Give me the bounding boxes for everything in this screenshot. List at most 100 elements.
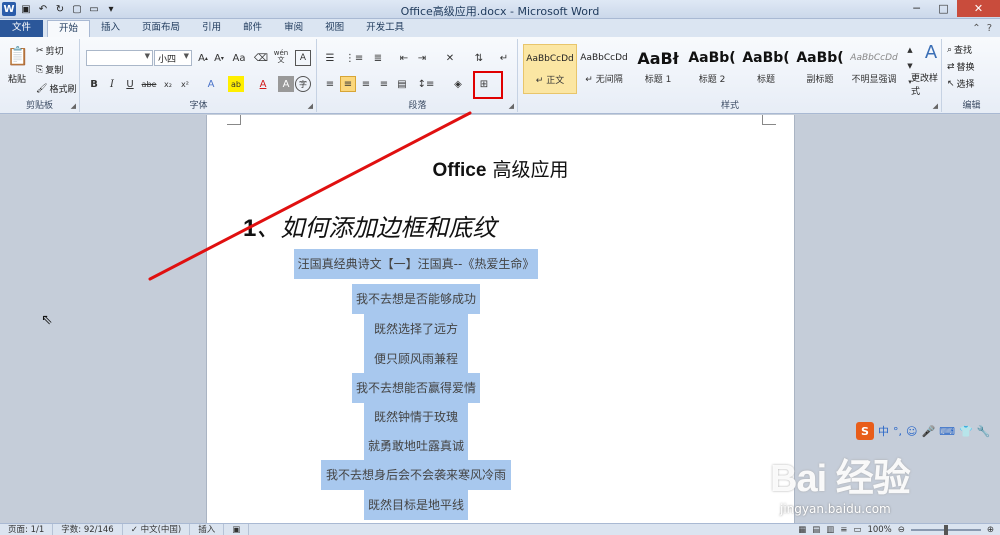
char-shading-icon[interactable]: A <box>278 76 294 92</box>
styles-scroll-up-icon[interactable]: ▲ <box>902 43 918 57</box>
poem-line[interactable]: 便只顾风雨兼程 <box>364 344 468 374</box>
help-icon[interactable]: ? <box>987 23 992 34</box>
tab-insert[interactable]: 插入 <box>90 20 131 37</box>
poem-line[interactable]: 既然钟情于玫瑰 <box>364 402 468 432</box>
outline-icon[interactable]: ≡ <box>840 525 847 535</box>
copy-button[interactable]: ⎘ 复制 <box>36 63 63 77</box>
tab-page-layout[interactable]: 页面布局 <box>131 20 191 37</box>
document-title[interactable]: Office 高级应用 <box>207 155 794 182</box>
emoji-icon[interactable]: ☺ <box>906 425 917 438</box>
insert-mode[interactable]: 插入 <box>190 523 225 535</box>
grow-font-icon[interactable]: A ▴ <box>195 50 211 66</box>
page-indicator[interactable]: 页面: 1/1 <box>0 523 54 535</box>
enclose-chars-icon[interactable]: 字 <box>295 76 311 92</box>
strikethrough-icon[interactable]: abe <box>141 76 157 92</box>
tab-mailings[interactable]: 邮件 <box>232 20 273 37</box>
shrink-font-icon[interactable]: A ▾ <box>211 50 227 66</box>
close-button[interactable]: ✕ <box>957 0 1000 17</box>
style-no-spacing[interactable]: AaBbCcDd ↵ 无间隔 <box>577 44 631 94</box>
subscript-icon[interactable]: x₂ <box>160 76 176 92</box>
bullets-icon[interactable]: ☰ <box>322 50 338 66</box>
clear-format-icon[interactable]: ⌫ <box>253 50 269 66</box>
collapse-ribbon-icon[interactable]: ⌃ <box>972 23 980 34</box>
bold-icon[interactable]: B <box>86 76 102 92</box>
zoom-slider-knob[interactable] <box>943 524 948 535</box>
document-page[interactable]: Office 高级应用 1、如何添加边框和底纹 汪国真经典诗文【一】汪国真--《… <box>206 115 795 523</box>
show-marks-icon[interactable]: ↵ <box>496 50 512 66</box>
tab-developer[interactable]: 开发工具 <box>355 20 415 37</box>
style-title[interactable]: AaBb( 标题 <box>739 44 793 94</box>
numbering-icon[interactable]: ⋮≡ <box>345 50 363 66</box>
zoom-level[interactable]: 100% <box>867 525 891 535</box>
increase-indent-icon[interactable]: ⇥ <box>414 50 430 66</box>
change-styles-icon[interactable]: A <box>920 41 942 63</box>
text-effects-icon[interactable]: A <box>203 76 219 92</box>
font-launcher-icon[interactable]: ◢ <box>308 102 313 110</box>
find-button[interactable]: ⌕ 查找 <box>947 43 972 57</box>
distribute-icon[interactable]: ▤ <box>394 76 410 92</box>
poem-line[interactable]: 我不去想是否能够成功 <box>352 284 480 314</box>
select-button[interactable]: ↖ 选择 <box>947 77 975 91</box>
style-subtle-emphasis[interactable]: AaBbCcDd 不明显强调 <box>847 44 901 94</box>
zoom-in-icon[interactable]: ⊕ <box>987 525 994 535</box>
style-heading-1[interactable]: AaBł 标题 1 <box>631 44 685 94</box>
zoom-out-icon[interactable]: ⊖ <box>898 525 905 535</box>
paragraph-launcher-icon[interactable]: ◢ <box>509 102 514 110</box>
format-painter-button[interactable]: 🖌 格式刷 <box>36 82 76 96</box>
align-center-icon[interactable]: ≡ <box>340 76 356 92</box>
superscript-icon[interactable]: x² <box>177 76 193 92</box>
change-styles-button[interactable]: 更改样式 <box>911 71 941 97</box>
multilevel-list-icon[interactable]: ≣ <box>370 50 386 66</box>
poem-line[interactable]: 既然目标是地平线 <box>364 490 468 520</box>
macro-icon[interactable]: ▣ <box>224 523 250 535</box>
cut-button[interactable]: ✂ 剪切 <box>36 44 64 58</box>
punctuation-icon[interactable]: °, <box>893 425 902 438</box>
ime-mode[interactable]: 中 <box>878 423 889 439</box>
paste-icon[interactable]: 📋 <box>7 43 29 69</box>
paste-button[interactable]: 粘贴 <box>8 72 26 85</box>
underline-icon[interactable]: U <box>122 76 138 92</box>
style-heading-2[interactable]: AaBb( 标题 2 <box>685 44 739 94</box>
poem-line[interactable]: 就勇敢地吐露真诚 <box>364 431 468 461</box>
align-right-icon[interactable]: ≡ <box>358 76 374 92</box>
clipboard-launcher-icon[interactable]: ◢ <box>71 102 76 110</box>
language-indicator[interactable]: ✓ 中文(中国) <box>123 523 191 535</box>
zoom-slider[interactable] <box>910 524 981 535</box>
skin-icon[interactable]: 👕 <box>959 425 973 438</box>
shading-bucket-icon[interactable]: ◈ <box>450 76 466 92</box>
draft-icon[interactable]: ▭ <box>853 525 861 535</box>
style-subtitle[interactable]: AaBb( 副标题 <box>793 44 847 94</box>
chinese-layout-icon[interactable]: ✕ <box>442 50 458 66</box>
print-layout-icon[interactable]: ▦ <box>798 525 806 535</box>
sort-icon[interactable]: ⇅ <box>471 50 487 66</box>
poem-line[interactable]: 既然选择了远方 <box>364 314 468 344</box>
justify-icon[interactable]: ≡ <box>376 76 392 92</box>
document-heading[interactable]: 1、如何添加边框和底纹 <box>243 208 496 243</box>
keyboard-icon[interactable]: ⌨ <box>939 425 955 438</box>
decrease-indent-icon[interactable]: ⇤ <box>396 50 412 66</box>
web-layout-icon[interactable]: ▥ <box>826 525 834 535</box>
poem-line[interactable]: 汪国真经典诗文【一】汪国真--《热爱生命》 <box>294 249 538 279</box>
tab-view[interactable]: 视图 <box>314 20 355 37</box>
tab-file[interactable]: 文件 <box>0 20 44 37</box>
char-border-icon[interactable]: A <box>295 50 311 66</box>
align-left-icon[interactable]: ≡ <box>322 76 338 92</box>
poem-line[interactable]: 我不去想身后会不会袭来寒风冷雨 <box>321 460 511 490</box>
sogou-logo-icon[interactable]: S <box>856 422 874 440</box>
mic-icon[interactable]: 🎤 <box>921 425 935 438</box>
line-spacing-icon[interactable]: ↕≡ <box>418 76 435 92</box>
tab-references[interactable]: 引用 <box>191 20 232 37</box>
full-screen-icon[interactable]: ▤ <box>812 525 820 535</box>
minimize-button[interactable]: ─ <box>903 0 930 17</box>
font-name-combo[interactable]: ▼ <box>86 50 153 66</box>
font-size-combo[interactable]: 小四 ▼ <box>154 50 192 66</box>
replace-button[interactable]: ⇄ 替换 <box>947 60 975 74</box>
font-color-icon[interactable]: A <box>255 76 271 92</box>
style-normal[interactable]: AaBbCcDd ↵ 正文 <box>523 44 577 94</box>
tab-home[interactable]: 开始 <box>47 20 91 37</box>
italic-icon[interactable]: I <box>104 76 120 92</box>
styles-launcher-icon[interactable]: ◢ <box>933 102 938 110</box>
poem-line[interactable]: 我不去想能否赢得爱情 <box>352 373 480 403</box>
phonetic-guide-icon[interactable]: wén 文 <box>273 49 289 65</box>
word-count[interactable]: 字数: 92/146 <box>53 523 123 535</box>
